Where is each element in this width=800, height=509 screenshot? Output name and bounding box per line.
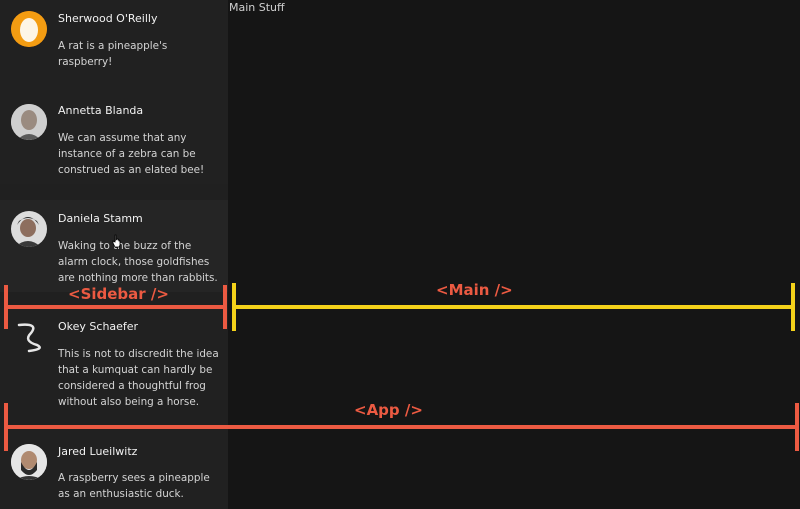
- contact-name: Daniela Stamm: [58, 212, 143, 225]
- photo-avatar: [11, 444, 47, 480]
- sidebar-item-sherwood[interactable]: Sherwood O'Reilly A rat is a pineapple's…: [0, 0, 228, 92]
- contact-name: Annetta Blanda: [58, 104, 144, 117]
- sidebar-item-jared[interactable]: Jared Lueilwitz A raspberry sees a pinea…: [0, 430, 228, 509]
- person-photo-icon: [11, 211, 47, 247]
- photo-avatar: [11, 104, 47, 140]
- contact-message: This is not to discredit the idea that a…: [58, 348, 219, 408]
- squiggle-avatar: [11, 319, 47, 355]
- squiggle-icon: [17, 323, 41, 353]
- contact-name: Jared Lueilwitz: [58, 445, 138, 458]
- main-title: Main Stuff: [229, 1, 285, 14]
- egg-avatar: [11, 11, 47, 47]
- sidebar-annotation-label: <Sidebar />: [68, 285, 169, 303]
- person-photo-icon: [11, 444, 47, 480]
- sidebar: Sherwood O'Reilly A rat is a pineapple's…: [0, 0, 228, 509]
- contact-message: Waking to the buzz of the alarm clock, t…: [58, 240, 218, 284]
- main-annotation-label: <Main />: [436, 281, 513, 299]
- contact-message: We can assume that any instance of a zeb…: [58, 132, 205, 176]
- sidebar-item-annetta[interactable]: Annetta Blanda We can assume that any in…: [0, 92, 228, 184]
- sidebar-item-okey[interactable]: Okey Schaefer This is not to discredit t…: [0, 308, 228, 408]
- contact-message: A rat is a pineapple's raspberry!: [58, 40, 168, 68]
- contact-name: Okey Schaefer: [58, 320, 139, 333]
- contact-name: Sherwood O'Reilly: [58, 12, 158, 25]
- egg-icon: [11, 11, 47, 47]
- photo-avatar: [11, 211, 47, 247]
- app-annotation-label: <App />: [354, 401, 423, 419]
- person-photo-icon: [11, 104, 47, 140]
- contact-message: A raspberry sees a pineapple as an enthu…: [58, 472, 210, 500]
- hand-cursor-icon: [111, 233, 123, 248]
